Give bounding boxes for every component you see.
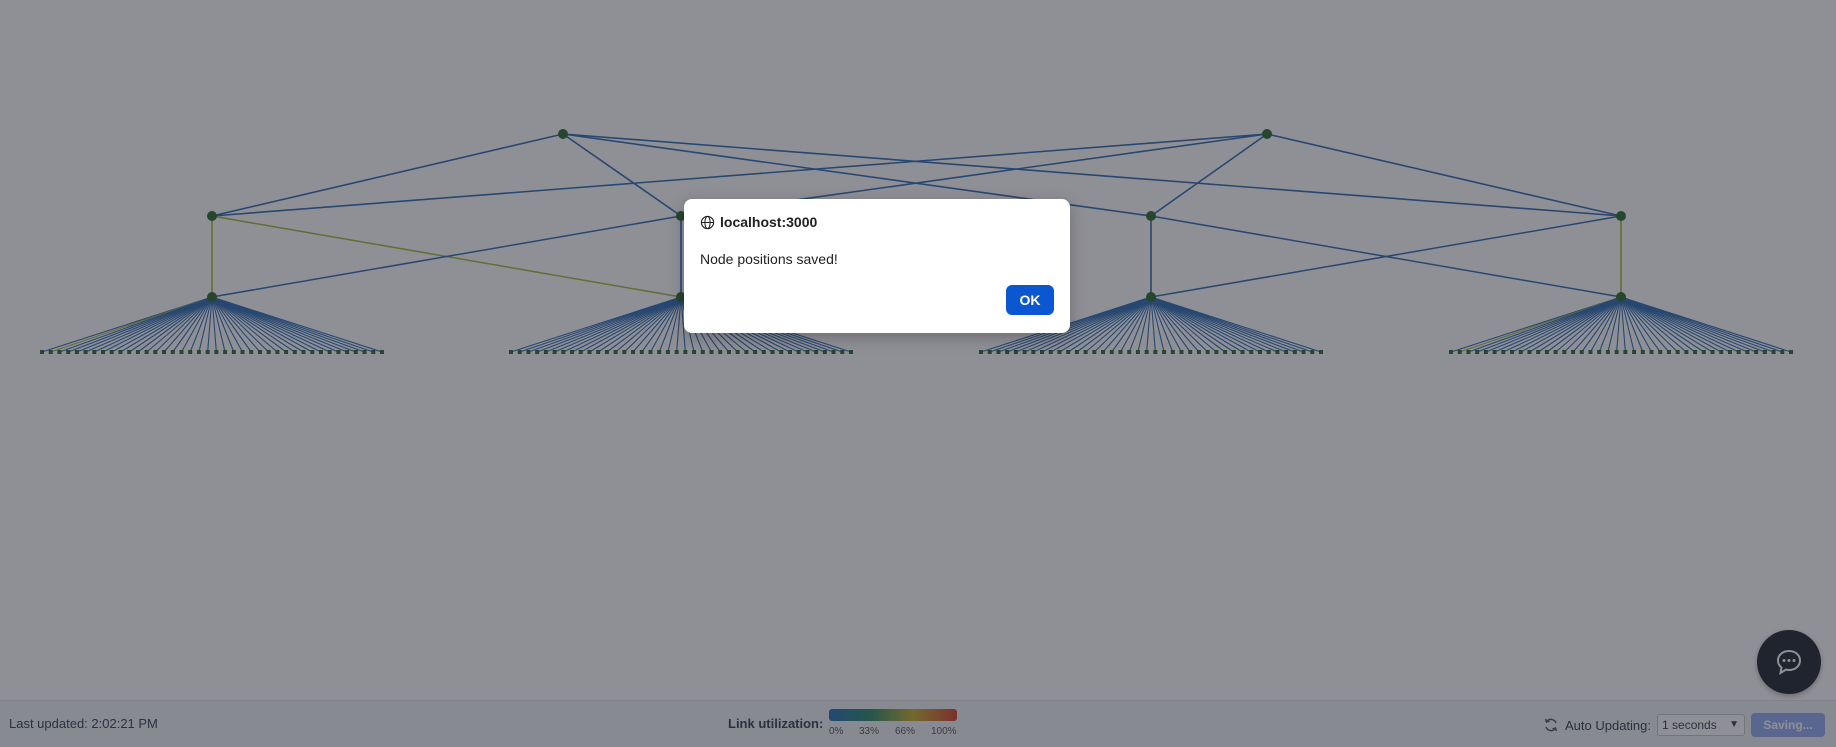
dialog-message: Node positions saved!	[700, 251, 838, 267]
ok-button[interactable]: OK	[1006, 285, 1054, 315]
globe-icon	[700, 215, 715, 229]
modal-overlay: localhost:3000 Node positions saved! OK	[0, 0, 1836, 747]
alert-dialog: localhost:3000 Node positions saved! OK	[684, 199, 1070, 333]
dialog-origin: localhost:3000	[700, 214, 817, 230]
dialog-origin-text: localhost:3000	[720, 214, 818, 230]
